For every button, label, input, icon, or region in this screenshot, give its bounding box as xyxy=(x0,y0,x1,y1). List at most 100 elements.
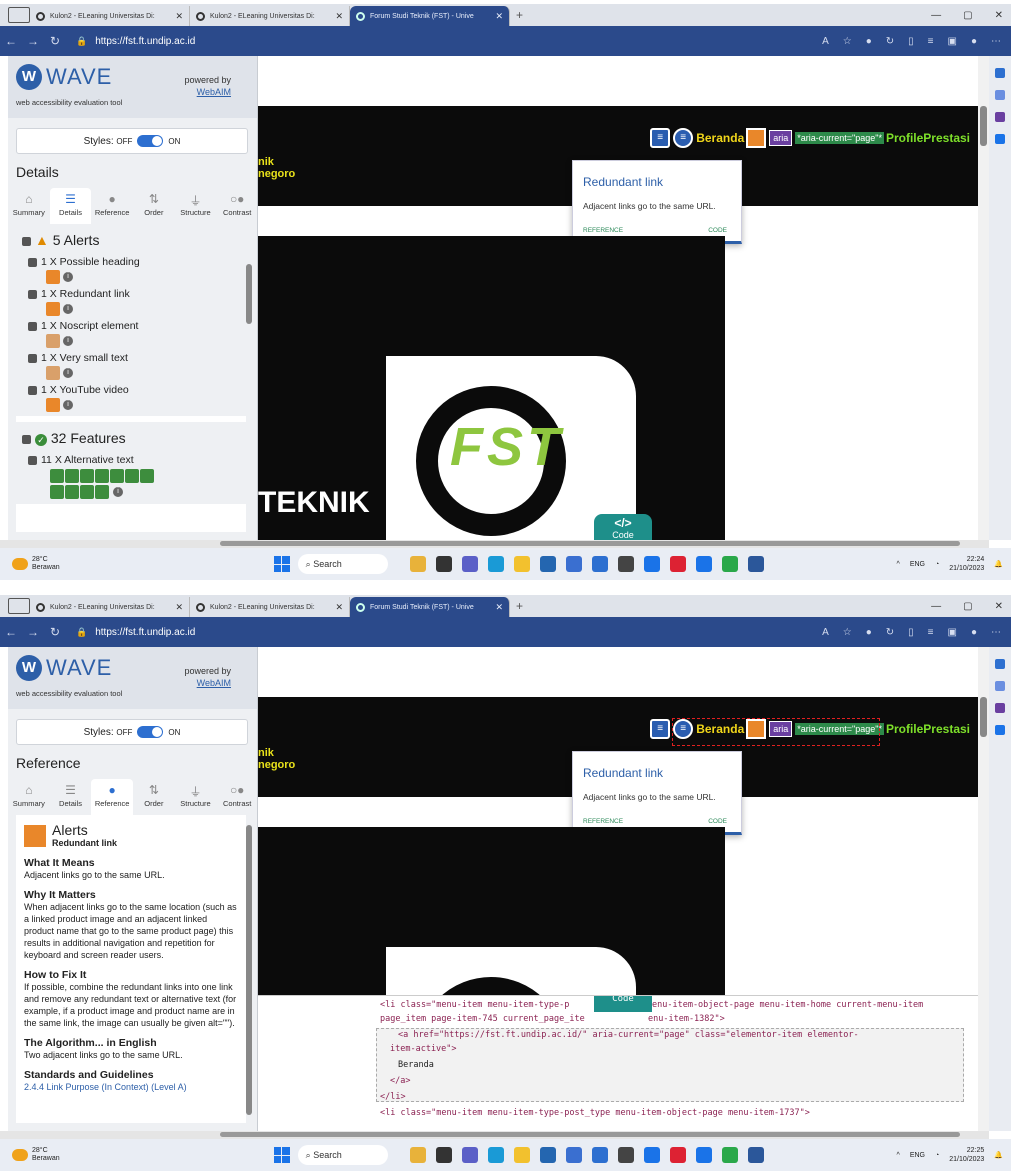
webaim-link[interactable]: WebAIM xyxy=(197,87,231,97)
start-icon[interactable] xyxy=(273,556,290,572)
styles-toggle[interactable]: Styles: OFF ON xyxy=(16,719,248,745)
collections-icon[interactable]: ▣ xyxy=(948,627,957,638)
more-icon[interactable]: ⋯ xyxy=(991,627,1001,638)
search-icon[interactable] xyxy=(995,659,1005,669)
tab-actions-button[interactable] xyxy=(8,7,30,23)
alt-text-icon[interactable] xyxy=(65,469,79,483)
redundant-link-icon[interactable] xyxy=(46,302,60,316)
notification-icon[interactable]: 🔔 xyxy=(994,1151,1003,1159)
wave-extension-icon[interactable]: ● xyxy=(866,36,872,47)
search-icon[interactable] xyxy=(995,68,1005,78)
tab-kulon2-2[interactable]: Kulon2 - ELeaning Universitas Di: ✕ xyxy=(190,6,350,26)
url-field[interactable]: 🔒 https://fst.ft.undip.ac.id xyxy=(76,36,195,47)
feature-checkbox[interactable] xyxy=(28,455,37,465)
code-toggle-button[interactable]: </>Code xyxy=(594,996,652,1012)
new-tab-button[interactable]: + xyxy=(516,599,523,613)
read-aloud-icon[interactable]: A xyxy=(822,627,829,638)
back-icon[interactable]: ← xyxy=(0,625,22,639)
explorer-icon[interactable] xyxy=(513,556,530,572)
teams-icon[interactable] xyxy=(461,1147,478,1163)
close-tab-icon[interactable]: ✕ xyxy=(335,602,343,613)
alt-text-icon[interactable] xyxy=(95,485,109,499)
favorite-icon[interactable]: ☆ xyxy=(843,36,852,47)
panel-scrollbar[interactable] xyxy=(245,815,253,1123)
info-icon[interactable]: i xyxy=(63,400,73,410)
split-icon[interactable]: ▯ xyxy=(908,36,914,47)
close-tab-icon[interactable]: ✕ xyxy=(495,11,503,22)
features-checkbox[interactable] xyxy=(22,434,31,444)
clock[interactable]: 22:24 21/10/2023 xyxy=(949,555,984,573)
tab-summary[interactable]: ⌂ Summary xyxy=(8,779,50,815)
notification-icon[interactable]: 🔔 xyxy=(994,560,1003,568)
chrome-icon[interactable] xyxy=(721,1147,738,1163)
refresh-extension-icon[interactable]: ↻ xyxy=(886,627,894,638)
tab-details[interactable]: ☰ Details xyxy=(50,779,92,815)
styles-switch[interactable] xyxy=(137,135,164,147)
refresh-extension-icon[interactable]: ↻ xyxy=(886,36,894,47)
url-field[interactable]: 🔒 https://fst.ft.undip.ac.id xyxy=(76,627,195,638)
app-icon[interactable] xyxy=(617,556,634,572)
games-icon[interactable] xyxy=(995,112,1005,122)
small-text-icon[interactable] xyxy=(46,366,60,380)
refresh-icon[interactable]: ↻ xyxy=(44,34,66,48)
wave-list-icon[interactable]: ≡ xyxy=(650,128,671,148)
tab-contrast[interactable]: ○● Contrast xyxy=(216,188,258,224)
clock[interactable]: 22:25 21/10/2023 xyxy=(949,1146,984,1164)
outlook-icon[interactable] xyxy=(695,1147,712,1163)
close-window-icon[interactable]: ✕ xyxy=(995,601,1003,612)
app-icon[interactable] xyxy=(435,1147,452,1163)
vscode-icon[interactable] xyxy=(643,1147,660,1163)
tab-order[interactable]: ⇅ Order xyxy=(133,188,175,224)
read-aloud-icon[interactable]: A xyxy=(822,36,829,47)
tab-summary[interactable]: ⌂ Summary xyxy=(8,188,50,224)
copilot-icon[interactable] xyxy=(995,90,1005,100)
outlook-icon[interactable] xyxy=(995,725,1005,735)
tab-fst[interactable]: Forum Studi Teknik (FST) - Unive ✕ xyxy=(350,597,510,617)
panel-scrollbar[interactable] xyxy=(245,224,253,532)
wifi-icon[interactable]: ◔ xyxy=(935,561,939,568)
forward-icon[interactable]: → xyxy=(22,625,44,639)
scroll-thumb[interactable] xyxy=(246,264,252,324)
favorite-icon[interactable]: ☆ xyxy=(843,627,852,638)
close-tab-icon[interactable]: ✕ xyxy=(175,602,183,613)
close-tab-icon[interactable]: ✕ xyxy=(335,11,343,22)
vscode-icon[interactable] xyxy=(643,556,660,572)
chevron-up-icon[interactable]: ^ xyxy=(897,1152,900,1159)
app-icon[interactable] xyxy=(435,556,452,572)
tab-reference[interactable]: ● Reference xyxy=(91,188,133,224)
refresh-icon[interactable]: ↻ xyxy=(44,625,66,639)
edge-icon[interactable] xyxy=(487,556,504,572)
info-icon[interactable]: i xyxy=(113,487,123,497)
styles-switch[interactable] xyxy=(137,726,164,738)
alt-text-icon[interactable] xyxy=(80,469,94,483)
alert-checkbox[interactable] xyxy=(28,321,37,331)
app-icon[interactable] xyxy=(617,1147,634,1163)
app-icon[interactable] xyxy=(409,1147,426,1163)
copilot-icon[interactable] xyxy=(995,681,1005,691)
nav-profile-prestasi[interactable]: ProfilePrestasi xyxy=(886,722,970,736)
code-link[interactable]: CODE xyxy=(708,818,727,825)
tab-kulon2-1[interactable]: Kulon2 - ELeaning Universitas Di: ✕ xyxy=(30,597,190,617)
chevron-up-icon[interactable]: ^ xyxy=(897,561,900,568)
teams-icon[interactable] xyxy=(461,556,478,572)
app-icon[interactable] xyxy=(591,556,608,572)
app-icon[interactable] xyxy=(565,556,582,572)
minimize-icon[interactable]: — xyxy=(931,10,941,21)
edge-icon[interactable] xyxy=(487,1147,504,1163)
code-link[interactable]: CODE xyxy=(708,227,727,234)
info-icon[interactable]: i xyxy=(63,272,73,282)
weather-widget[interactable]: 28°C Berawan xyxy=(12,556,60,572)
info-icon[interactable]: i xyxy=(63,336,73,346)
app-icon[interactable] xyxy=(669,1147,686,1163)
page-scrollbar[interactable] xyxy=(978,56,989,540)
alt-text-icon[interactable] xyxy=(80,485,94,499)
alert-checkbox[interactable] xyxy=(28,353,37,363)
horizontal-scrollbar[interactable] xyxy=(0,540,989,548)
tab-kulon2-1[interactable]: Kulon2 - ELeaning Universitas Di: ✕ xyxy=(30,6,190,26)
youtube-icon[interactable] xyxy=(46,398,60,412)
outlook-icon[interactable] xyxy=(995,134,1005,144)
tab-kulon2-2[interactable]: Kulon2 - ELeaning Universitas Di: ✕ xyxy=(190,597,350,617)
alt-text-icon[interactable] xyxy=(65,485,79,499)
tab-fst[interactable]: Forum Studi Teknik (FST) - Unive ✕ xyxy=(350,6,510,26)
tab-contrast[interactable]: ○● Contrast xyxy=(216,779,258,815)
